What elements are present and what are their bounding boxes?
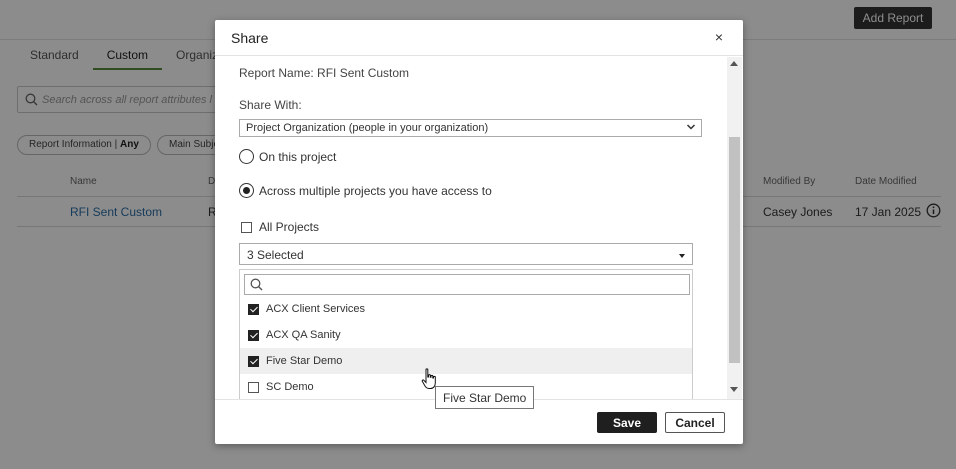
project-label: ACX Client Services — [266, 303, 366, 315]
project-option[interactable]: Five Star Demo — [240, 348, 692, 374]
dialog-header: Share × — [215, 20, 743, 56]
share-with-select[interactable]: Project Organization (people in your org… — [239, 119, 702, 137]
radio-button-selected[interactable] — [239, 183, 254, 198]
multiselect-value: 3 Selected — [247, 248, 304, 262]
radio-label: Across multiple projects you have access… — [259, 183, 492, 198]
dialog-title: Share — [231, 30, 269, 46]
dialog-scrollbar[interactable] — [727, 57, 742, 399]
checkbox-checked[interactable] — [248, 355, 259, 367]
checkbox[interactable] — [241, 221, 252, 233]
project-label: ACX QA Sanity — [266, 329, 341, 341]
scrollbar-thumb[interactable] — [729, 137, 740, 363]
close-icon[interactable]: × — [711, 29, 727, 45]
radio-on-this-project[interactable]: On this project — [239, 149, 336, 164]
projects-dropdown: ACX Client Services ACX QA Sanity Five S… — [239, 269, 693, 399]
project-option[interactable]: ACX QA Sanity — [240, 322, 692, 348]
radio-button[interactable] — [239, 149, 254, 164]
checkbox[interactable] — [248, 381, 259, 393]
save-button[interactable]: Save — [597, 412, 657, 433]
radio-label: On this project — [259, 149, 337, 164]
chevron-down-icon — [686, 124, 696, 130]
search-icon — [250, 278, 263, 291]
share-with-value: Project Organization (people in your org… — [246, 122, 489, 134]
hand-pointer-icon — [421, 368, 436, 389]
project-label: SC Demo — [266, 381, 314, 393]
tooltip: Five Star Demo — [435, 386, 535, 409]
checkbox-checked[interactable] — [248, 329, 259, 341]
share-dialog: Share × Report Name: RFI Sent Custom Sha… — [215, 20, 743, 444]
all-projects-checkbox[interactable]: All Projects — [241, 220, 319, 234]
share-with-label: Share With: — [239, 98, 302, 112]
project-option[interactable]: ACX Client Services — [240, 296, 692, 322]
projects-multiselect[interactable]: 3 Selected — [239, 243, 693, 265]
scroll-down-arrow-icon[interactable] — [730, 387, 738, 392]
cancel-button[interactable]: Cancel — [665, 412, 725, 433]
project-label: Five Star Demo — [266, 355, 343, 367]
report-name-label: Report Name: RFI Sent Custom — [239, 66, 410, 80]
radio-across-multiple-projects[interactable]: Across multiple projects you have access… — [239, 183, 492, 198]
checkbox-checked[interactable] — [248, 303, 259, 315]
checkbox-label: All Projects — [259, 220, 320, 234]
caret-down-icon — [679, 254, 685, 258]
project-search-input[interactable] — [244, 274, 690, 295]
scroll-up-arrow-icon[interactable] — [730, 61, 738, 66]
dialog-body: Report Name: RFI Sent Custom Share With:… — [215, 57, 743, 399]
